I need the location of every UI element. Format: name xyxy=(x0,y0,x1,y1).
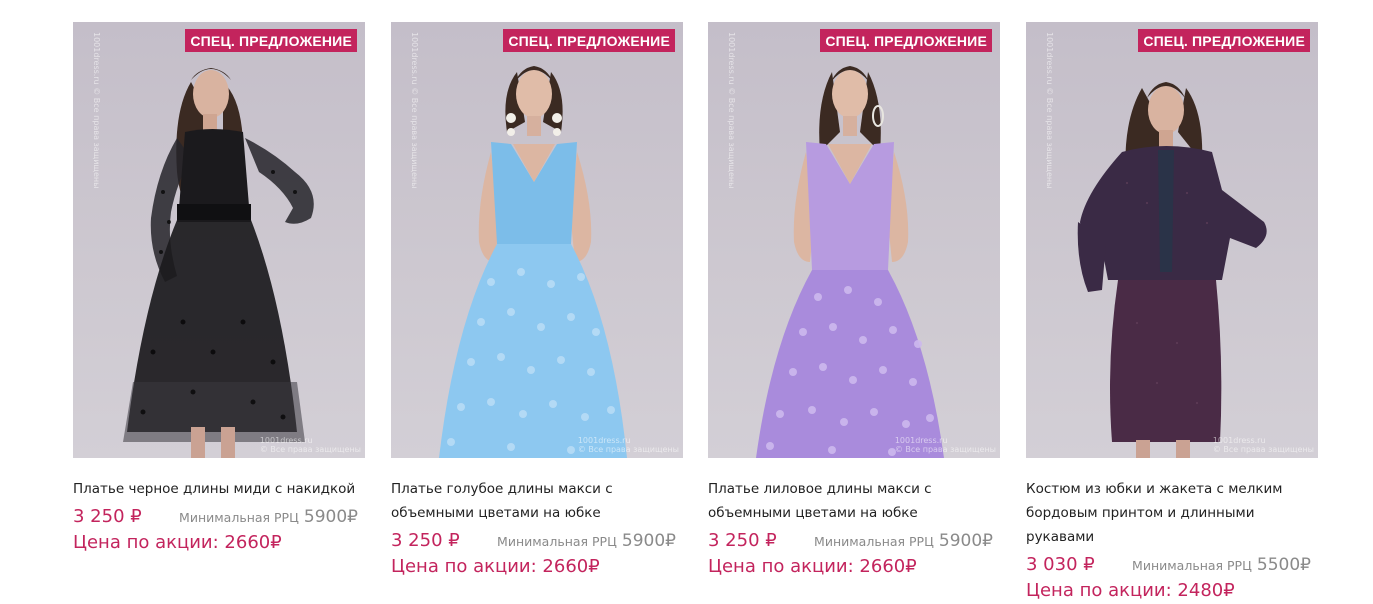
rrp-value: 5500 xyxy=(1256,555,1301,575)
product-image[interactable]: СПЕЦ. ПРЕДЛОЖЕНИЕ 1001dress.ru © Все пра… xyxy=(73,22,365,458)
ruble-icon: ₽ xyxy=(905,556,917,577)
dress-photo-black xyxy=(123,68,314,458)
ruble-icon: ₽ xyxy=(270,532,282,553)
rrp-label: Минимальная РРЦ xyxy=(1132,558,1252,573)
special-offer-badge: СПЕЦ. ПРЕДЛОЖЕНИЕ xyxy=(503,29,675,52)
rrp-value: 5900 xyxy=(621,531,666,551)
ruble-icon: ₽ xyxy=(347,507,358,527)
ruble-icon: ₽ xyxy=(982,531,993,551)
product-title[interactable]: Костюм из юбки и жакета с мелким бордовы… xyxy=(1026,477,1318,549)
price: 3 250 ₽ xyxy=(391,530,460,551)
special-offer-badge: СПЕЦ. ПРЕДЛОЖЕНИЕ xyxy=(1138,29,1310,52)
watermark: 1001dress.ru © Все права защищены xyxy=(1212,436,1314,454)
product-title[interactable]: Платье голубое длины макси с объемными ц… xyxy=(391,477,683,525)
product-image[interactable]: СПЕЦ. ПРЕДЛОЖЕНИЕ 1001dress.ru © Все пра… xyxy=(391,22,683,458)
rrp-label: Минимальная РРЦ xyxy=(497,534,617,549)
special-offer-badge: СПЕЦ. ПРЕДЛОЖЕНИЕ xyxy=(820,29,992,52)
price-row: 3 250 ₽ Минимальная РРЦ 5900₽ xyxy=(708,528,1000,554)
price: 3 030 ₽ xyxy=(1026,554,1095,575)
dress-photo-lilac xyxy=(756,66,944,458)
price-row: 3 030 ₽ Минимальная РРЦ 5500₽ xyxy=(1026,552,1318,578)
ruble-icon: ₽ xyxy=(765,530,777,551)
special-offer-badge: СПЕЦ. ПРЕДЛОЖЕНИЕ xyxy=(185,29,357,52)
rrp: Минимальная РРЦ 5500₽ xyxy=(1132,552,1311,579)
ruble-icon: ₽ xyxy=(1223,580,1235,601)
rrp-label: Минимальная РРЦ xyxy=(179,510,299,525)
dress-photo-blue xyxy=(439,66,627,458)
suit-photo-burgundy xyxy=(1077,82,1267,458)
ruble-icon: ₽ xyxy=(1083,554,1095,575)
price: 3 250 ₽ xyxy=(708,530,777,551)
watermark: 1001dress.ru © Все права защищены xyxy=(1045,32,1054,189)
price: 3 250 ₽ xyxy=(73,506,142,527)
promo-price: Цена по акции: 2660₽ xyxy=(708,556,917,577)
rrp-value: 5900 xyxy=(303,507,348,527)
product-card[interactable]: СПЕЦ. ПРЕДЛОЖЕНИЕ 1001dress.ru © Все пра… xyxy=(391,22,683,580)
ruble-icon: ₽ xyxy=(130,506,142,527)
rrp: Минимальная РРЦ 5900₽ xyxy=(814,528,993,555)
ruble-icon: ₽ xyxy=(588,556,600,577)
rrp: Минимальная РРЦ 5900₽ xyxy=(497,528,676,555)
ruble-icon: ₽ xyxy=(1300,555,1311,575)
ruble-icon: ₽ xyxy=(448,530,460,551)
price-row: 3 250 ₽ Минимальная РРЦ 5900₽ xyxy=(391,528,683,554)
promo-price: Цена по акции: 2660₽ xyxy=(391,556,600,577)
rrp-label: Минимальная РРЦ xyxy=(814,534,934,549)
watermark: 1001dress.ru © Все права защищены xyxy=(410,32,419,189)
rrp: Минимальная РРЦ 5900₽ xyxy=(179,504,358,531)
product-grid: СПЕЦ. ПРЕДЛОЖЕНИЕ 1001dress.ru © Все пра… xyxy=(0,0,1373,601)
watermark: 1001dress.ru © Все права защищены xyxy=(92,32,101,189)
price-row: 3 250 ₽ Минимальная РРЦ 5900₽ xyxy=(73,504,365,530)
watermark: 1001dress.ru © Все права защищены xyxy=(727,32,736,189)
product-image[interactable]: СПЕЦ. ПРЕДЛОЖЕНИЕ 1001dress.ru © Все пра… xyxy=(1026,22,1318,458)
watermark: 1001dress.ru © Все права защищены xyxy=(577,436,679,454)
product-title[interactable]: Платье черное длины миди с накидкой xyxy=(73,477,365,501)
watermark: 1001dress.ru © Все права защищены xyxy=(894,436,996,454)
product-card[interactable]: СПЕЦ. ПРЕДЛОЖЕНИЕ 1001dress.ru © Все пра… xyxy=(1026,22,1318,604)
rrp-value: 5900 xyxy=(938,531,983,551)
product-title[interactable]: Платье лиловое длины макси с объемными ц… xyxy=(708,477,1000,525)
ruble-icon: ₽ xyxy=(665,531,676,551)
product-card[interactable]: СПЕЦ. ПРЕДЛОЖЕНИЕ 1001dress.ru © Все пра… xyxy=(708,22,1000,580)
product-image[interactable]: СПЕЦ. ПРЕДЛОЖЕНИЕ 1001dress.ru © Все пра… xyxy=(708,22,1000,458)
promo-price: Цена по акции: 2480₽ xyxy=(1026,580,1235,601)
product-card[interactable]: СПЕЦ. ПРЕДЛОЖЕНИЕ 1001dress.ru © Все пра… xyxy=(73,22,365,556)
promo-price: Цена по акции: 2660₽ xyxy=(73,532,282,553)
watermark: 1001dress.ru © Все права защищены xyxy=(259,436,361,454)
